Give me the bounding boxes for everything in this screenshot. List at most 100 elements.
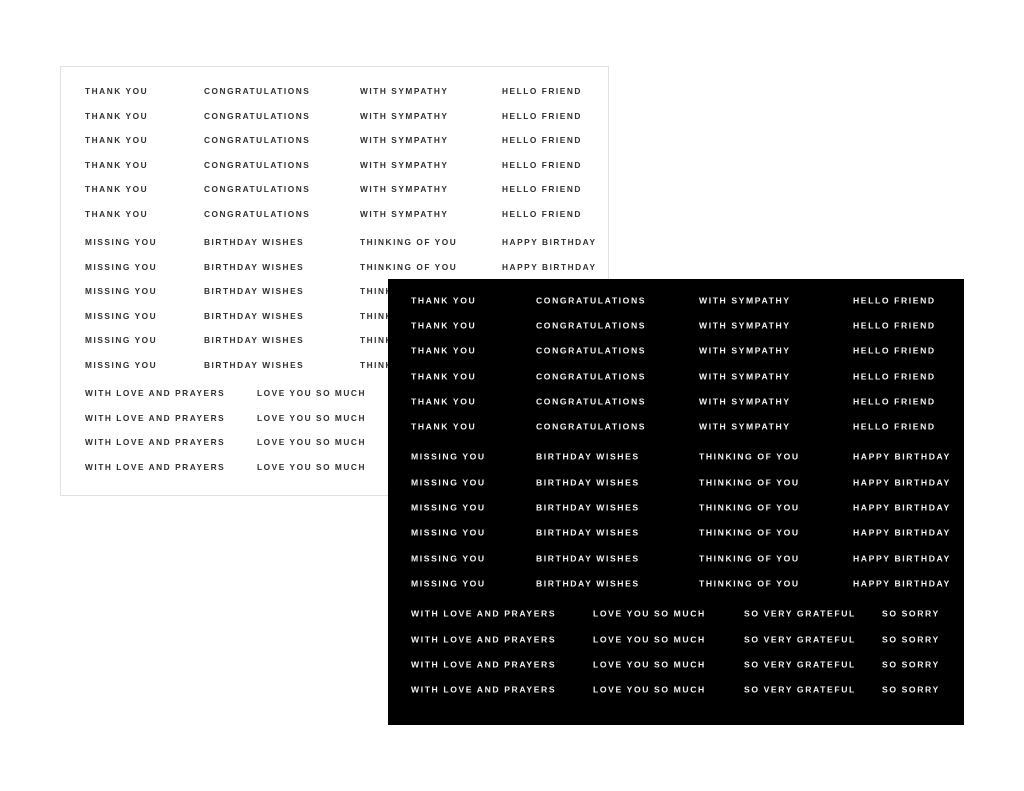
phrase-row[interactable]: THANK YOU CONGRATULATIONS WITH SYMPATHY HEL… (389, 339, 963, 364)
phrase-row[interactable]: MISSING YOU BIRTHDAY WISHES THINKING OF YO… (389, 546, 963, 571)
phrase-label[interactable]: HAPPY BIRTHDAY (853, 554, 951, 563)
phrase-label[interactable]: BIRTHDAY WISHES (536, 504, 640, 513)
phrase-label[interactable]: LOVE YOU SO MUCH (593, 635, 706, 644)
phrase-label[interactable]: BIRTHDAY WISHES (204, 360, 304, 369)
phrase-label[interactable]: WITH LOVE AND PRAYERS (411, 686, 556, 695)
phrase-label[interactable]: CONGRATULATIONS (536, 322, 646, 331)
phrase-label[interactable]: THANK YOU (85, 111, 148, 120)
phrase-label[interactable]: HELLO FRIEND (853, 347, 936, 356)
phrase-label[interactable]: HAPPY BIRTHDAY (853, 580, 951, 589)
phrase-label[interactable]: HELLO FRIEND (502, 209, 582, 218)
phrase-label[interactable]: THANK YOU (411, 423, 476, 432)
phrase-label[interactable]: THANK YOU (85, 136, 148, 145)
phrase-label[interactable]: MISSING YOU (411, 554, 486, 563)
phrase-label[interactable]: MISSING YOU (411, 453, 486, 462)
phrase-label[interactable]: MISSING YOU (85, 336, 157, 345)
phrase-label[interactable]: LOVE YOU SO MUCH (257, 389, 366, 398)
phrase-label[interactable]: WITH LOVE AND PRAYERS (411, 660, 556, 670)
phrase-label[interactable]: BIRTHDAY WISHES (536, 453, 640, 462)
phrase-label[interactable]: MISSING YOU (85, 238, 157, 247)
phrase-row[interactable]: WITH LOVE AND PRAYERS LOVE YOU SO MUCH SO … (389, 652, 963, 677)
phrase-label[interactable]: LOVE YOU SO MUCH (593, 686, 706, 695)
phrase-label[interactable]: BIRTHDAY WISHES (204, 238, 304, 247)
phrase-label[interactable]: THINKING OF YOU (699, 504, 800, 513)
phrase-label[interactable]: WITH SYMPATHY (360, 136, 449, 145)
phrase-label[interactable]: THINKING OF YOU (699, 478, 800, 487)
phrase-row[interactable]: WITH LOVE AND PRAYERS LOVE YOU SO MUCH SO … (389, 627, 963, 652)
phrase-label[interactable]: THANK YOU (411, 296, 476, 305)
phrase-row[interactable]: THANK YOU CONGRATULATIONS WITH SYMPATHY HEL… (61, 177, 608, 202)
phrase-row[interactable]: MISSING YOU BIRTHDAY WISHES THINKING OF YO… (389, 445, 963, 470)
phrase-row[interactable]: MISSING YOU BIRTHDAY WISHES THINKING OF YO… (389, 521, 963, 546)
phrase-label[interactable]: HELLO FRIEND (853, 322, 936, 331)
phrase-label[interactable]: BIRTHDAY WISHES (536, 478, 640, 487)
phrase-label[interactable]: CONGRATULATIONS (536, 372, 646, 381)
phrase-label[interactable]: MISSING YOU (85, 262, 157, 271)
phrase-label[interactable]: LOVE YOU SO MUCH (257, 438, 366, 447)
phrase-label[interactable]: SO VERY GRATEFUL (744, 635, 856, 644)
phrase-row[interactable]: THANK YOU CONGRATULATIONS WITH SYMPATHY HEL… (389, 313, 963, 338)
phrase-label[interactable]: CONGRATULATIONS (204, 111, 310, 120)
phrase-label[interactable]: WITH SYMPATHY (360, 209, 449, 218)
phrase-row[interactable]: MISSING YOU BIRTHDAY WISHES THINKING OF YO… (389, 495, 963, 520)
phrase-label[interactable]: THANK YOU (85, 185, 148, 194)
phrase-row[interactable]: THANK YOU CONGRATULATIONS WITH SYMPATHY HEL… (389, 288, 963, 313)
phrase-label[interactable]: SO SORRY (882, 610, 940, 619)
phrase-row[interactable]: MISSING YOU BIRTHDAY WISHES THINKING OF YO… (389, 571, 963, 596)
phrase-label[interactable]: LOVE YOU SO MUCH (257, 462, 366, 471)
phrase-label[interactable]: LOVE YOU SO MUCH (257, 413, 366, 422)
phrase-label[interactable]: SO VERY GRATEFUL (744, 660, 856, 670)
phrase-label[interactable]: BIRTHDAY WISHES (204, 262, 304, 271)
phrase-label[interactable]: WITH SYMPATHY (699, 296, 791, 305)
phrase-label[interactable]: CONGRATULATIONS (536, 347, 646, 356)
phrase-label[interactable]: WITH SYMPATHY (360, 160, 449, 169)
phrase-label[interactable]: WITH LOVE AND PRAYERS (85, 413, 225, 422)
phrase-label[interactable]: MISSING YOU (411, 580, 486, 589)
phrase-label[interactable]: CONGRATULATIONS (204, 209, 310, 218)
phrase-label[interactable]: MISSING YOU (85, 287, 157, 296)
phrase-label[interactable]: THANK YOU (411, 322, 476, 331)
phrase-label[interactable]: HELLO FRIEND (853, 423, 936, 432)
phrase-row[interactable]: THANK YOU CONGRATULATIONS WITH SYMPATHY HEL… (61, 153, 608, 178)
phrase-label[interactable]: HELLO FRIEND (502, 160, 582, 169)
phrase-label[interactable]: MISSING YOU (85, 360, 157, 369)
phrase-label[interactable]: BIRTHDAY WISHES (204, 336, 304, 345)
phrase-label[interactable]: HELLO FRIEND (502, 185, 582, 194)
phrase-label[interactable]: CONGRATULATIONS (204, 87, 310, 96)
phrase-row[interactable]: THANK YOU CONGRATULATIONS WITH SYMPATHY HEL… (61, 202, 608, 227)
phrase-row[interactable]: THANK YOU CONGRATULATIONS WITH SYMPATHY HEL… (389, 389, 963, 414)
phrase-label[interactable]: WITH LOVE AND PRAYERS (85, 462, 225, 471)
phrase-label[interactable]: HELLO FRIEND (853, 372, 936, 381)
phrase-label[interactable]: WITH LOVE AND PRAYERS (411, 635, 556, 644)
phrase-label[interactable]: HAPPY BIRTHDAY (853, 504, 951, 513)
phrase-row[interactable]: THANK YOU CONGRATULATIONS WITH SYMPATHY HEL… (61, 128, 608, 153)
phrase-label[interactable]: THINKING OF YOU (699, 529, 800, 538)
phrase-label[interactable]: SO SORRY (882, 635, 940, 644)
phrase-label[interactable]: MISSING YOU (411, 529, 486, 538)
phrase-label[interactable]: CONGRATULATIONS (536, 296, 646, 305)
phrase-label[interactable]: WITH SYMPATHY (699, 423, 791, 432)
phrase-label[interactable]: THINKING OF YOU (699, 453, 800, 462)
phrase-label[interactable]: WITH LOVE AND PRAYERS (85, 438, 225, 447)
phrase-label[interactable]: THANK YOU (411, 347, 476, 356)
phrase-label[interactable]: MISSING YOU (411, 478, 486, 487)
phrase-label[interactable]: HELLO FRIEND (502, 111, 582, 120)
phrase-label[interactable]: HAPPY BIRTHDAY (853, 453, 951, 462)
phrase-label[interactable]: WITH SYMPATHY (360, 87, 449, 96)
phrase-label[interactable]: THANK YOU (85, 209, 148, 218)
phrase-row[interactable]: THANK YOU CONGRATULATIONS WITH SYMPATHY HEL… (61, 104, 608, 129)
phrase-label[interactable]: BIRTHDAY WISHES (536, 554, 640, 563)
phrase-label[interactable]: CONGRATULATIONS (204, 185, 310, 194)
phrase-label[interactable]: THINKING OF YOU (699, 580, 800, 589)
phrase-label[interactable]: HAPPY BIRTHDAY (853, 478, 951, 487)
phrase-label[interactable]: HELLO FRIEND (502, 136, 582, 145)
phrase-label[interactable]: HELLO FRIEND (853, 296, 936, 305)
phrase-label[interactable]: HAPPY BIRTHDAY (502, 262, 597, 271)
phrase-label[interactable]: WITH SYMPATHY (360, 185, 449, 194)
phrase-label[interactable]: MISSING YOU (85, 311, 157, 320)
phrase-label[interactable]: LOVE YOU SO MUCH (593, 610, 706, 619)
phrase-row[interactable]: WITH LOVE AND PRAYERS LOVE YOU SO MUCH SO … (389, 602, 963, 627)
phrase-label[interactable]: THANK YOU (85, 87, 148, 96)
phrase-row[interactable]: THANK YOU CONGRATULATIONS WITH SYMPATHY HEL… (389, 414, 963, 439)
phrase-label[interactable]: HAPPY BIRTHDAY (502, 238, 597, 247)
